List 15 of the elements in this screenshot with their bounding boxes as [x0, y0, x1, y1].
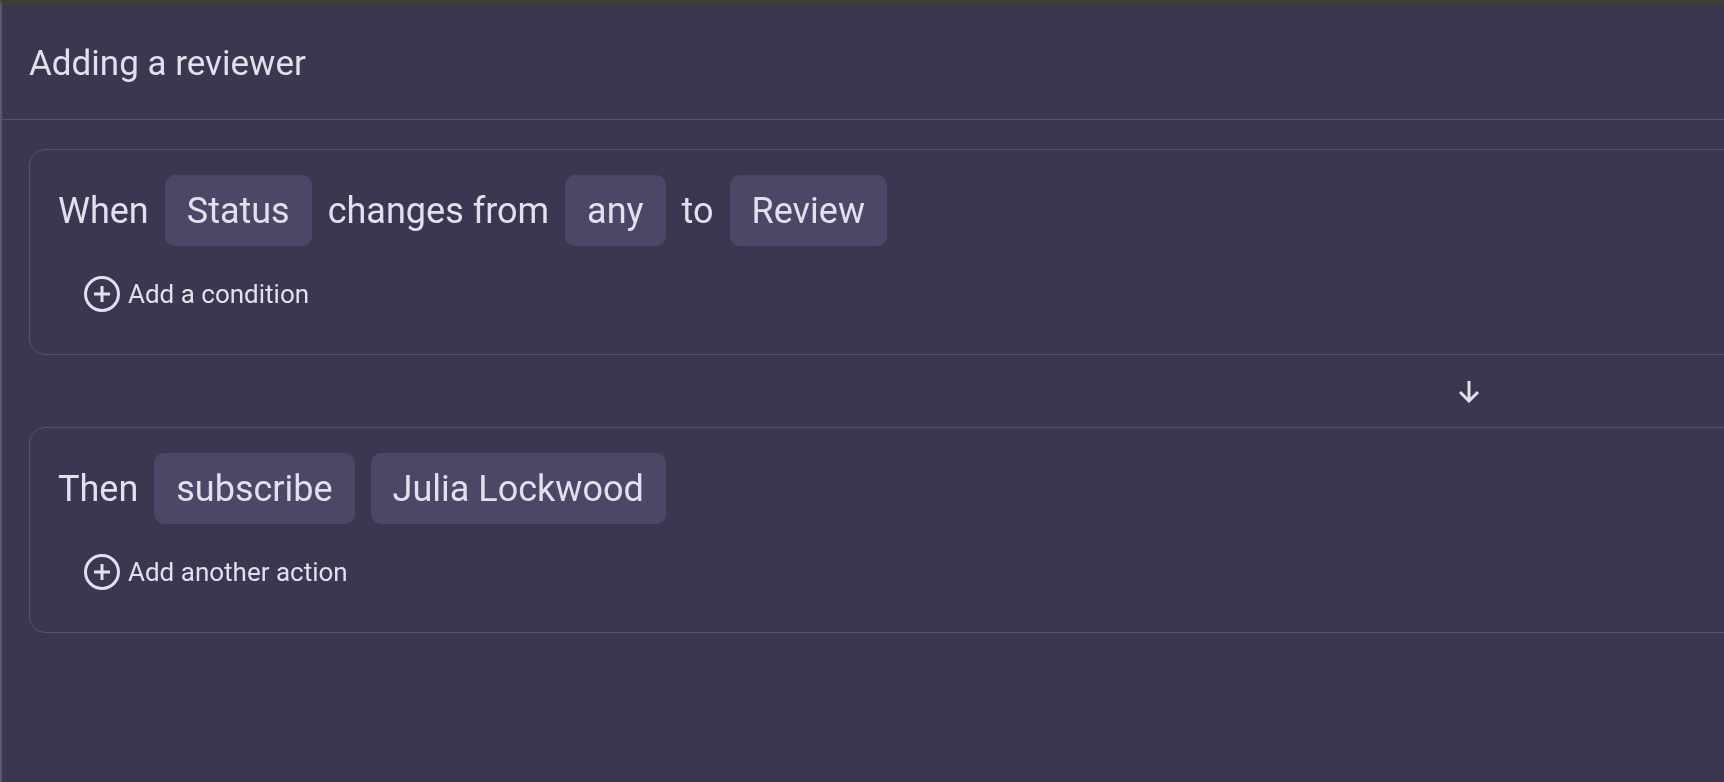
add-button[interactable]: Add a condition: [83, 275, 310, 313]
token-chip[interactable]: Julia Lockwood: [370, 453, 666, 524]
rule-text: When: [58, 189, 149, 232]
rule-text: to: [681, 189, 714, 232]
rule-text: changes from: [327, 189, 550, 232]
token-chip[interactable]: subscribe: [154, 453, 355, 524]
rule-text: Then: [58, 467, 139, 510]
plus-circle-icon: [83, 275, 121, 313]
plus-circle-icon: [83, 553, 121, 591]
token-chip[interactable]: Review: [729, 175, 887, 246]
down-arrow-icon: [1456, 379, 1482, 403]
token-chip[interactable]: Status: [164, 175, 312, 246]
add-button[interactable]: Add another action: [83, 553, 348, 591]
token-chip[interactable]: any: [565, 175, 666, 246]
panel-title: Adding a reviewer: [2, 5, 1724, 120]
